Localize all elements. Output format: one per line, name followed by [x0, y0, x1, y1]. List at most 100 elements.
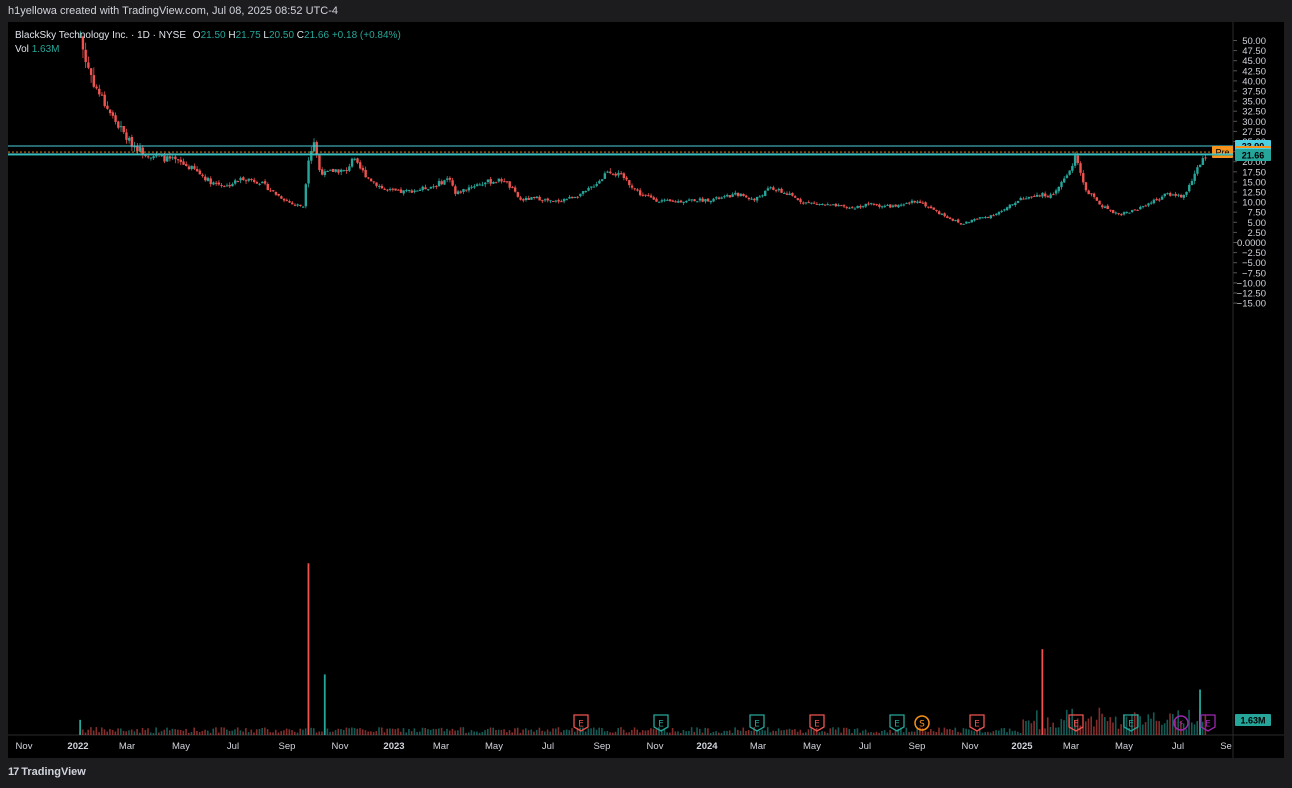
volume-spike: [323, 674, 326, 735]
candle-down: [636, 189, 639, 191]
x-tick-label: Jul: [859, 741, 871, 752]
volume-bar: [187, 732, 190, 735]
candle-up: [171, 157, 174, 159]
candle-up: [138, 146, 142, 152]
candle-up: [296, 204, 299, 206]
candle-down: [630, 185, 634, 188]
candle-down: [513, 187, 517, 192]
volume-bar: [1057, 727, 1060, 735]
candle-up: [1201, 158, 1205, 165]
candle-down: [1109, 209, 1112, 211]
volume-bar: [601, 728, 603, 735]
candle-up: [473, 186, 476, 188]
candle-up: [1171, 194, 1175, 196]
candle-down: [174, 156, 177, 160]
volume-bar: [949, 728, 951, 735]
candle-down: [214, 182, 218, 184]
candle-up: [402, 190, 405, 194]
candle-down: [840, 205, 843, 207]
candle-up: [902, 204, 906, 206]
volume-bar: [516, 727, 519, 735]
candle-up: [598, 180, 601, 184]
candle-up: [1122, 212, 1126, 215]
volume-bar: [505, 732, 508, 735]
volume-bar: [476, 731, 478, 735]
candle-down: [236, 180, 240, 182]
candle-down: [1098, 200, 1101, 205]
tradingview-logo-icon[interactable]: 17: [8, 766, 19, 778]
candle-down: [859, 205, 862, 208]
volume-bar: [160, 731, 163, 735]
volume-bar: [959, 732, 962, 735]
candle-down: [291, 202, 294, 205]
volume-bar: [530, 729, 533, 735]
candle-down: [785, 193, 789, 195]
volume-bar: [834, 729, 837, 735]
candle-down: [894, 204, 897, 207]
candle-up: [119, 126, 123, 128]
candle-down: [633, 188, 636, 190]
volume-bar: [1117, 728, 1120, 735]
volume-bar: [565, 729, 568, 735]
candle-up: [853, 208, 857, 210]
volume-bar: [457, 730, 459, 735]
volume-bar: [704, 727, 707, 735]
volume-bar: [671, 728, 674, 735]
volume-bar: [840, 732, 842, 735]
change-value: +0.18 (+0.84%): [331, 30, 401, 41]
candle-up: [212, 182, 215, 185]
candle-down: [285, 199, 289, 201]
volume-bar: [141, 727, 144, 735]
volume-bar: [503, 729, 505, 735]
volume-bar: [486, 728, 489, 735]
volume-bar: [590, 728, 592, 735]
candle-up: [856, 205, 859, 209]
candle-down: [364, 169, 367, 178]
candle-up: [777, 188, 781, 191]
volume-bar: [693, 731, 696, 735]
volume-bar: [1161, 724, 1163, 735]
candle-up: [127, 137, 131, 141]
volume-bar: [1084, 721, 1087, 735]
volume-bar: [122, 730, 125, 735]
candle-up: [997, 212, 1001, 215]
candle-up: [677, 201, 680, 203]
candle-up: [481, 184, 484, 186]
volume-bar: [470, 730, 473, 735]
volume-bar: [775, 731, 777, 735]
volume-bar: [987, 731, 989, 735]
x-tick-label: May: [803, 741, 821, 752]
volume-bar: [1150, 718, 1152, 735]
volume-bar: [799, 729, 802, 735]
candle-up: [530, 197, 533, 200]
volume-bar: [688, 730, 690, 735]
price-chart[interactable]: 50.0047.5045.0042.5040.0037.5035.0032.50…: [0, 0, 1292, 788]
brand-name[interactable]: TradingView: [21, 766, 86, 778]
candle-up: [486, 179, 490, 183]
volume-bar: [182, 730, 185, 735]
volume-bar: [245, 728, 247, 735]
volume-bar: [446, 728, 448, 735]
candle-down: [182, 161, 185, 165]
volume-bar: [1190, 722, 1193, 735]
candle-up: [247, 178, 250, 181]
candle-up: [307, 160, 310, 184]
volume-bar: [1049, 727, 1052, 735]
candle-up: [1054, 190, 1058, 194]
candle-up: [731, 194, 734, 197]
candle-down: [315, 142, 318, 156]
volume-bar: [190, 731, 193, 735]
candle-down: [557, 200, 560, 202]
candle-down: [125, 132, 128, 140]
volume-bar: [130, 729, 133, 735]
volume-bar: [826, 732, 829, 735]
volume-bar: [571, 728, 573, 735]
volume-bar: [285, 728, 288, 735]
candle-down: [136, 146, 139, 152]
volume-bar: [255, 729, 258, 735]
symbol-title[interactable]: BlackSky Technology Inc. · 1D · NYSE: [15, 30, 186, 41]
candle-up: [962, 223, 965, 225]
candle-down: [649, 195, 653, 198]
candle-down: [878, 204, 881, 207]
candle-down: [918, 201, 922, 204]
